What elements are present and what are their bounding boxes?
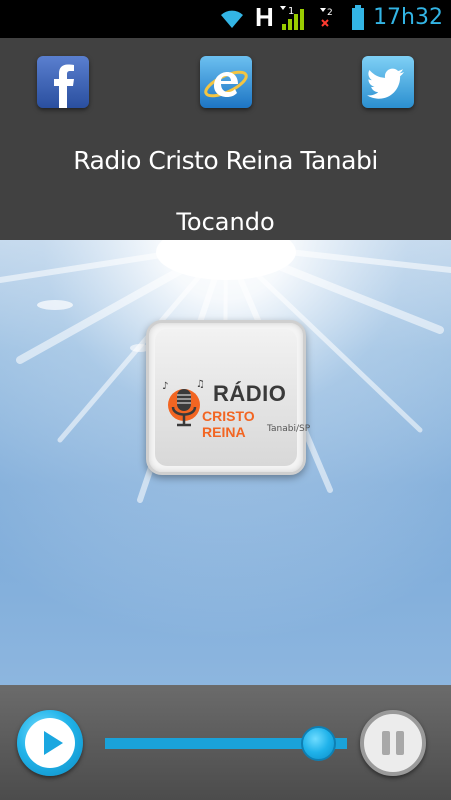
wifi-icon [221, 10, 243, 28]
status-bar: H 1 2 17h32 [0, 0, 451, 38]
website-button[interactable] [200, 56, 252, 108]
app-header: Radio Cristo Reina Tanabi Tocando [0, 38, 451, 240]
logo-text-radio: RÁDIO [213, 381, 287, 406]
facebook-icon [37, 56, 89, 108]
logo-text-city: Tanabi/SP [267, 424, 311, 434]
network-type-indicator: H [255, 2, 274, 32]
station-name: Radio Cristo Reina Tanabi [73, 146, 378, 175]
play-icon [44, 731, 63, 755]
clock: 17h32 [373, 5, 443, 30]
pause-button[interactable] [360, 710, 426, 776]
signal-icon: 1 [280, 6, 304, 30]
internet-explorer-icon [200, 56, 252, 108]
svg-text:♫: ♫ [196, 379, 205, 390]
battery-icon [352, 5, 364, 30]
play-button[interactable] [17, 710, 83, 776]
sim2-no-signal-icon: 2 [320, 8, 333, 27]
playback-status: Tocando [176, 208, 275, 236]
station-logo: ♪ ♫ RÁDIO CRISTO REINA Tanabi/SP [146, 320, 310, 475]
pause-icon [382, 731, 390, 755]
twitter-icon [362, 56, 414, 108]
player-controls [0, 685, 451, 800]
twitter-button[interactable] [362, 56, 414, 108]
volume-slider-thumb[interactable] [301, 726, 336, 761]
svg-text:♪: ♪ [162, 381, 168, 392]
svg-text:1: 1 [288, 6, 294, 17]
svg-text:2: 2 [327, 8, 333, 18]
background-sky-image: ♪ ♫ RÁDIO CRISTO REINA Tanabi/SP [0, 240, 451, 685]
microphone-icon: ♪ ♫ [162, 379, 205, 427]
facebook-button[interactable] [37, 56, 89, 108]
